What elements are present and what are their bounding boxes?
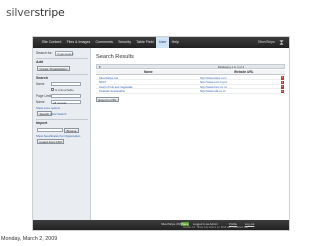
name-filter-label: Name <box>36 100 45 104</box>
untouchable-checkbox[interactable] <box>51 88 54 91</box>
menu-security[interactable]: Security <box>116 37 134 48</box>
version-info: Version 2.3 · Show only what is on: Draf… <box>183 226 248 230</box>
cell-url[interactable]: http://www.tsfd.co.nz <box>200 89 226 94</box>
page-title: Search Results <box>96 54 134 60</box>
menu-help[interactable]: Help <box>169 37 182 48</box>
search-for-select[interactable]: Organisation <box>54 51 74 56</box>
chevron-down-icon[interactable]: ▾ <box>99 65 101 70</box>
untouchable-label: Is Untouchable <box>55 88 74 92</box>
silverstripe-icon <box>279 40 284 45</box>
more-options-link[interactable]: Show more options <box>36 106 60 110</box>
search-heading: Search <box>36 76 48 80</box>
results-toolbar: ▾ Displaying 1 to 4 of 4 <box>96 64 285 69</box>
top-menu-bar: Site Content Files & Images Comments Sec… <box>33 37 289 48</box>
search-for-label: Search for: <box>36 51 53 56</box>
export-csv-button[interactable]: Export to CSV <box>96 97 119 102</box>
table-row[interactable]: Taranaki Sustainable http://www.tsfd.co.… <box>96 89 285 94</box>
date-caption: Monday, March 2, 2009 <box>1 236 58 242</box>
divider <box>36 58 88 59</box>
bottom-status-bar: Save SilverStripe CMS Logged in as Admin… <box>33 220 289 230</box>
left-panel: Search for: Organisation Add Create 'Org… <box>33 48 91 220</box>
page-limit-input[interactable] <box>51 93 81 98</box>
main-content: Search Results ▾ Displaying 1 to 4 of 4 … <box>92 48 289 220</box>
name-filter-select[interactable]: All records <box>51 99 81 104</box>
column-header-name[interactable]: Name <box>144 70 153 75</box>
menu-user[interactable]: User <box>156 37 170 48</box>
delete-icon[interactable]: × <box>280 75 284 80</box>
specification-link[interactable]: Show Specification for Organisation <box>36 134 80 138</box>
logo-text: silverstripe <box>6 5 65 19</box>
browse-button[interactable]: Browse <box>64 127 80 133</box>
import-heading: Import <box>36 121 48 125</box>
cms-window: Site Content Files & Images Comments Sec… <box>32 36 290 231</box>
import-file-input[interactable] <box>37 127 63 132</box>
delete-icon[interactable]: × <box>280 89 284 93</box>
silverstripe-logo: silverstripe <box>6 2 65 22</box>
name-input[interactable] <box>51 81 81 86</box>
menu-site-content[interactable]: Site Content <box>39 37 64 48</box>
divider <box>36 119 88 120</box>
brand-label: SilverStripe <box>257 40 275 44</box>
column-header-url[interactable]: Website URL <box>234 70 254 75</box>
import-csv-button[interactable]: Import from CSV <box>37 139 65 144</box>
main-menu: Site Content Files & Images Comments Sec… <box>33 37 182 48</box>
clear-search-link[interactable]: Clear Search <box>50 112 66 116</box>
table-header: Name Website URL <box>96 70 285 75</box>
add-heading: Add <box>36 60 43 64</box>
divider <box>36 74 88 75</box>
search-for-row: Search for: Organisation <box>36 51 74 56</box>
menu-files-images[interactable]: Files & Images <box>64 37 93 48</box>
status-text: SilverStripe CMS <box>161 222 183 226</box>
cell-name[interactable]: Taranaki Sustainable <box>99 89 125 94</box>
delete-icon[interactable]: × <box>280 84 284 89</box>
menu-table-field[interactable]: Table Field <box>134 37 157 48</box>
name-label: Name <box>36 82 45 86</box>
menu-comments[interactable]: Comments <box>93 37 116 48</box>
create-organisation-button[interactable]: Create 'Organisation' <box>37 66 70 71</box>
pagination-text: Displaying 1 to 4 of 4 <box>217 65 244 69</box>
page-limit-label: Page Limit <box>36 94 52 98</box>
